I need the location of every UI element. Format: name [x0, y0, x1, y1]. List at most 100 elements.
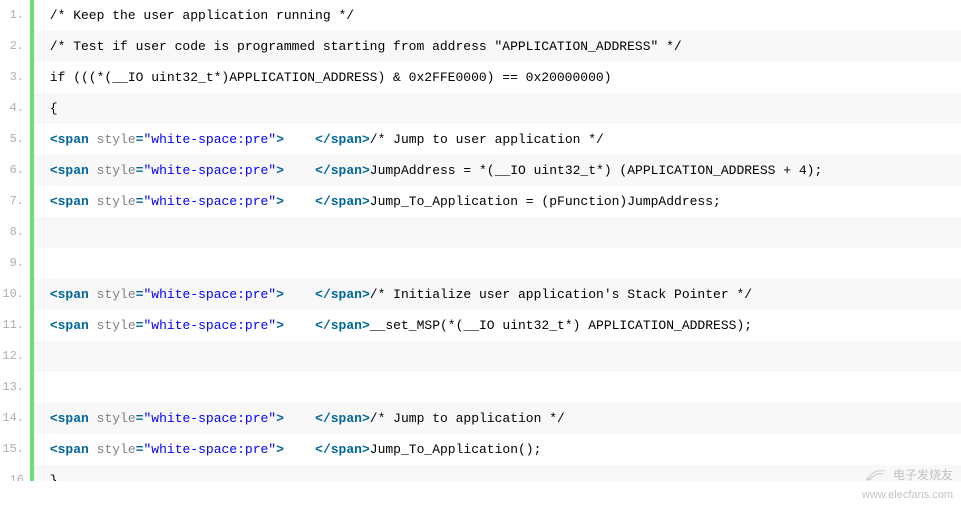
code-token: /* Jump to user application */	[370, 132, 604, 147]
code-token: >	[362, 411, 370, 426]
line-content[interactable]: <span style="white-space:pre"> </span>/*…	[34, 124, 961, 155]
code-token: <	[50, 194, 58, 209]
line-content[interactable]: if (((*(__IO uint32_t*)APPLICATION_ADDRE…	[34, 62, 961, 93]
line-content[interactable]	[34, 372, 961, 403]
code-token	[284, 411, 315, 426]
code-token	[42, 132, 50, 147]
code-token: style	[97, 194, 136, 209]
code-token: >	[276, 287, 284, 302]
line-content[interactable]: <span style="white-space:pre"> </span>Ju…	[34, 155, 961, 186]
line-content[interactable]: {	[34, 93, 961, 124]
code-token	[42, 225, 50, 240]
code-token: JumpAddress = *(__IO uint32_t*) (APPLICA…	[370, 163, 822, 178]
code-token: >	[362, 194, 370, 209]
line-number: 15.	[0, 434, 30, 465]
code-line: 6. <span style="white-space:pre"> </span…	[0, 155, 961, 186]
code-token	[42, 442, 50, 457]
line-content[interactable]	[34, 217, 961, 248]
code-token: span	[58, 318, 89, 333]
code-token: >	[362, 163, 370, 178]
code-token	[42, 380, 50, 395]
line-number: 12.	[0, 341, 30, 372]
code-token	[42, 287, 50, 302]
code-line: 10. <span style="white-space:pre"> </spa…	[0, 279, 961, 310]
code-token	[42, 194, 50, 209]
code-line: 4. {	[0, 93, 961, 124]
code-token: if (((*(__IO uint32_t*)APPLICATION_ADDRE…	[42, 70, 612, 85]
code-token: Jump_To_Application();	[370, 442, 542, 457]
code-token: span	[58, 411, 89, 426]
code-token	[284, 194, 315, 209]
code-token: </	[315, 442, 331, 457]
code-token: /* Keep the user application running */	[42, 8, 354, 23]
code-token: </	[315, 411, 331, 426]
code-line: 1. /* Keep the user application running …	[0, 0, 961, 31]
line-number: 14.	[0, 403, 30, 434]
code-token: <	[50, 411, 58, 426]
code-line: 12.	[0, 341, 961, 372]
code-line: 15. <span style="white-space:pre"> </spa…	[0, 434, 961, 465]
code-line: 14. <span style="white-space:pre"> </spa…	[0, 403, 961, 434]
code-line: 2. /* Test if user code is programmed st…	[0, 31, 961, 62]
code-line: 13.	[0, 372, 961, 403]
code-token	[42, 349, 50, 364]
line-content[interactable]: /* Test if user code is programmed start…	[34, 31, 961, 62]
code-token: >	[276, 411, 284, 426]
line-number: 9.	[0, 248, 30, 279]
code-token: >	[362, 287, 370, 302]
line-content[interactable]	[34, 248, 961, 279]
code-token: <	[50, 132, 58, 147]
code-token	[284, 163, 315, 178]
code-token: >	[276, 132, 284, 147]
code-token: >	[362, 318, 370, 333]
code-token	[89, 318, 97, 333]
code-token	[89, 132, 97, 147]
code-block: 1. /* Keep the user application running …	[0, 0, 961, 481]
line-number: 8.	[0, 217, 30, 248]
code-token: <	[50, 442, 58, 457]
line-content[interactable]: /* Keep the user application running */	[34, 0, 961, 31]
code-token	[89, 163, 97, 178]
code-token: span	[331, 318, 362, 333]
line-number: 5.	[0, 124, 30, 155]
code-token: <	[50, 287, 58, 302]
code-token	[42, 411, 50, 426]
code-token: style	[97, 132, 136, 147]
code-token: style	[97, 442, 136, 457]
code-token: span	[331, 163, 362, 178]
code-token: span	[331, 287, 362, 302]
logo-icon	[864, 465, 886, 487]
code-token: /* Jump to application */	[370, 411, 565, 426]
code-token: span	[58, 163, 89, 178]
line-number: 3.	[0, 62, 30, 93]
code-token: /* Test if user code is programmed start…	[42, 39, 682, 54]
code-token: >	[276, 318, 284, 333]
code-token: span	[58, 287, 89, 302]
code-token: "white-space:pre"	[143, 442, 276, 457]
line-content[interactable]: <span style="white-space:pre"> </span>Ju…	[34, 434, 961, 465]
line-number: 6.	[0, 155, 30, 186]
code-token: span	[331, 411, 362, 426]
watermark-title: 电子发烧友	[893, 468, 953, 482]
line-number: 4.	[0, 93, 30, 124]
code-line: 5. <span style="white-space:pre"> </span…	[0, 124, 961, 155]
code-line: 9.	[0, 248, 961, 279]
line-number: 16	[0, 465, 30, 481]
code-line: 8.	[0, 217, 961, 248]
line-content[interactable]: <span style="white-space:pre"> </span>/*…	[34, 403, 961, 434]
line-content[interactable]	[34, 341, 961, 372]
line-content[interactable]: <span style="white-space:pre"> </span>Ju…	[34, 186, 961, 217]
code-token	[42, 318, 50, 333]
line-content[interactable]: <span style="white-space:pre"> </span>/*…	[34, 279, 961, 310]
code-line: 7. <span style="white-space:pre"> </span…	[0, 186, 961, 217]
code-token: span	[331, 132, 362, 147]
code-token	[42, 163, 50, 178]
code-token	[89, 287, 97, 302]
line-content[interactable]: <span style="white-space:pre"> </span>__…	[34, 310, 961, 341]
line-content[interactable]: }	[34, 465, 961, 481]
code-token	[284, 318, 315, 333]
code-token: span	[58, 442, 89, 457]
code-token: Jump_To_Application = (pFunction)JumpAdd…	[370, 194, 721, 209]
code-token: </	[315, 318, 331, 333]
code-token: <	[50, 318, 58, 333]
